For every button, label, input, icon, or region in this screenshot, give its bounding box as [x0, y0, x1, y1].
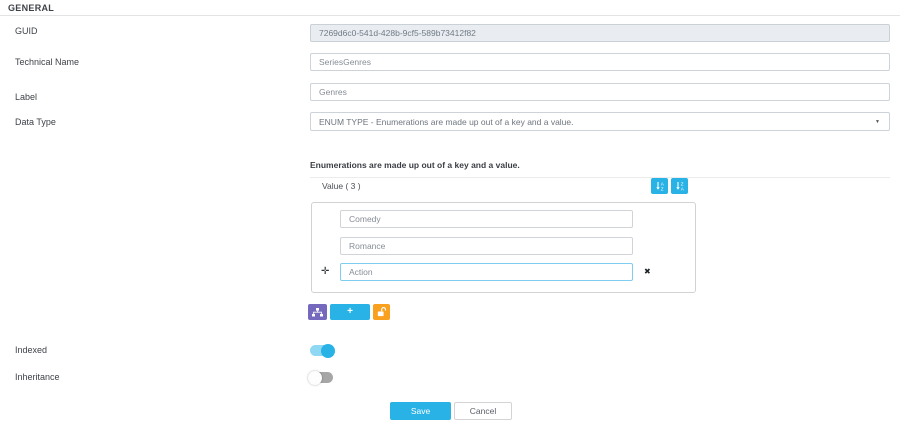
- guid-input: [310, 24, 890, 42]
- enum-value-input[interactable]: [340, 237, 633, 255]
- guid-label: GUID: [15, 26, 38, 36]
- data-type-selected-value: ENUM TYPE - Enumerations are made up out…: [311, 117, 875, 127]
- enum-actions-row: +: [308, 304, 390, 320]
- indexed-label: Indexed: [15, 345, 47, 355]
- technical-name-label: Technical Name: [15, 57, 79, 67]
- sitemap-icon: [312, 308, 323, 317]
- toggle-knob: [321, 344, 335, 358]
- enum-description: Enumerations are made up out of a key an…: [310, 160, 890, 178]
- unlock-button[interactable]: [373, 304, 390, 320]
- enum-value-input[interactable]: [340, 263, 633, 281]
- section-divider: [0, 15, 900, 16]
- plus-icon: +: [347, 307, 353, 317]
- svg-text:A: A: [680, 186, 684, 190]
- label-field-label: Label: [15, 92, 37, 102]
- add-value-button[interactable]: +: [330, 304, 370, 320]
- hierarchy-button[interactable]: [308, 304, 327, 320]
- general-form-page: GENERAL GUID Technical Name Label Data T…: [0, 0, 900, 433]
- data-type-select[interactable]: ENUM TYPE - Enumerations are made up out…: [310, 112, 890, 131]
- technical-name-input[interactable]: [310, 53, 890, 71]
- sort-alpha-desc-icon: Z A: [675, 181, 685, 191]
- section-title: GENERAL: [8, 3, 54, 13]
- enum-values-box: ✛ ✖: [311, 202, 696, 293]
- chevron-down-icon: ▼: [875, 119, 889, 125]
- unlock-icon: [377, 307, 386, 317]
- sort-alpha-asc-icon: A Z: [655, 181, 665, 191]
- cancel-button[interactable]: Cancel: [454, 402, 512, 420]
- save-button[interactable]: Save: [390, 402, 451, 420]
- sort-ascending-button[interactable]: A Z: [651, 178, 668, 194]
- enum-count-row: Value ( 3 ) A Z Z A: [310, 177, 696, 194]
- indexed-toggle[interactable]: [308, 343, 335, 358]
- data-type-label: Data Type: [15, 117, 56, 127]
- label-input[interactable]: [310, 83, 890, 101]
- sort-descending-button[interactable]: Z A: [671, 178, 688, 194]
- enum-count-label: Value ( 3 ): [310, 181, 651, 191]
- enum-value-input[interactable]: [340, 210, 633, 228]
- inheritance-toggle[interactable]: [308, 370, 335, 385]
- toggle-knob: [308, 371, 322, 385]
- inheritance-label: Inheritance: [15, 372, 60, 382]
- drag-move-icon[interactable]: ✛: [321, 266, 329, 278]
- sort-buttons: A Z Z A: [651, 178, 696, 194]
- remove-item-icon[interactable]: ✖: [644, 267, 651, 277]
- svg-text:Z: Z: [660, 186, 663, 190]
